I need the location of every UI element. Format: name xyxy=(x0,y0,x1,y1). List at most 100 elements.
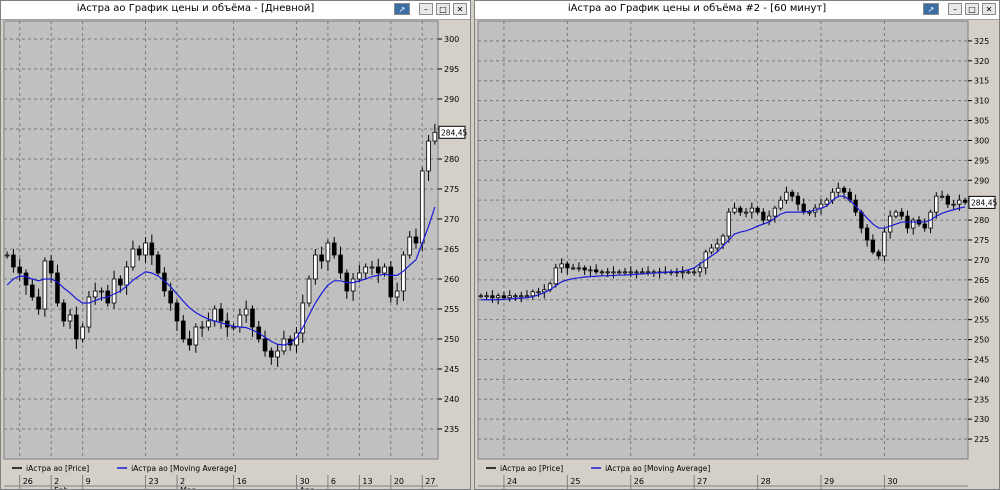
candle-up xyxy=(86,296,92,328)
x-tick-label: 23 xyxy=(149,477,159,486)
close-icon[interactable]: ✕ xyxy=(453,3,467,15)
y-tick-label: 270 xyxy=(974,256,989,265)
candle-down xyxy=(168,290,173,304)
x-tick-label: 16 xyxy=(237,477,247,486)
maximize-icon[interactable]: □ xyxy=(965,3,979,15)
y-tick-label: 235 xyxy=(974,395,989,404)
candle-down xyxy=(187,338,192,346)
candle-up xyxy=(382,266,387,274)
daily-chart-window[interactable]: iАстра ао График цены и объёма - [Дневно… xyxy=(0,0,471,490)
candle-up xyxy=(559,263,564,269)
candle-up xyxy=(772,207,778,217)
candle-up xyxy=(536,291,541,294)
candle-down xyxy=(338,254,343,274)
candle-up xyxy=(212,308,217,322)
y-tick-label: 265 xyxy=(974,276,989,285)
candle-up xyxy=(507,295,512,299)
candle-up xyxy=(893,211,899,217)
x-tick-label: 24 xyxy=(507,477,517,486)
y-tick-label: 260 xyxy=(974,296,989,305)
price-marker-label: 284,45 xyxy=(441,128,467,137)
candle-down xyxy=(149,242,155,256)
candle-up xyxy=(617,271,622,274)
candle-down xyxy=(61,302,67,322)
candle-up xyxy=(720,235,726,245)
pin-icon[interactable]: ↗ xyxy=(394,3,410,15)
candle-up xyxy=(749,207,754,213)
candle-down xyxy=(761,211,766,221)
candle-up xyxy=(306,278,312,304)
close-icon[interactable]: ✕ xyxy=(982,3,996,15)
candle-up xyxy=(513,295,518,298)
candle-up xyxy=(726,211,731,237)
y-tick-label: 250 xyxy=(974,336,989,345)
candle-up xyxy=(524,295,530,298)
pin-icon[interactable]: ↗ xyxy=(923,3,939,15)
minimize-icon[interactable]: – xyxy=(419,3,433,15)
y-tick-label: 270 xyxy=(444,215,459,224)
candle-down xyxy=(899,211,904,217)
candle-up xyxy=(206,320,211,328)
x-tick-label: 30 xyxy=(299,477,309,486)
candle-up xyxy=(686,271,691,274)
candle-up xyxy=(4,254,10,257)
candle-down xyxy=(795,195,801,205)
candle-up xyxy=(697,267,703,273)
y-tick-label: 255 xyxy=(444,305,459,314)
candle-up xyxy=(934,195,939,213)
hourly-chart-window[interactable]: iАстра ао График цены и объёма #2 - [60 … xyxy=(474,0,1000,490)
candle-down xyxy=(388,266,394,298)
maximize-icon[interactable]: □ xyxy=(436,3,450,15)
candle-down xyxy=(250,308,255,328)
candle-up xyxy=(640,271,645,274)
x-tick-label: 26 xyxy=(23,477,33,486)
candle-down xyxy=(118,278,123,286)
y-tick-label: 230 xyxy=(974,415,989,424)
candle-up xyxy=(313,254,318,280)
candle-down xyxy=(594,269,599,273)
minimize-icon[interactable]: – xyxy=(948,3,962,15)
candle-up xyxy=(709,247,714,253)
x-tick-label: 28 xyxy=(761,477,771,486)
candle-up xyxy=(882,231,887,257)
y-tick-label: 300 xyxy=(444,35,459,44)
candle-up xyxy=(951,203,956,206)
y-tick-label: 290 xyxy=(444,95,459,104)
y-tick-label: 295 xyxy=(444,65,459,74)
candle-up xyxy=(407,236,412,256)
candle-down xyxy=(755,207,760,213)
candle-up xyxy=(576,267,582,270)
candle-down xyxy=(155,254,161,274)
candle-down xyxy=(841,187,847,193)
legend-label: iАстра ао [Price] xyxy=(26,464,89,473)
candle-up xyxy=(611,271,616,274)
candle-up xyxy=(784,191,789,201)
candle-up xyxy=(199,326,205,329)
y-tick-label: 275 xyxy=(974,236,989,245)
y-tick-label: 295 xyxy=(974,156,989,165)
window-titlebar[interactable]: iАстра ао График цены и объёма #2 - [60 … xyxy=(475,1,999,20)
candle-up xyxy=(130,248,136,268)
candle-down xyxy=(738,207,743,213)
hourly-price-chart[interactable]: 2252302352402452502552602652702752802852… xyxy=(475,19,999,489)
y-tick-label: 240 xyxy=(974,375,989,384)
candle-down xyxy=(218,308,224,322)
legend-label: iАстра ао [Moving Average] xyxy=(131,464,236,473)
candle-up xyxy=(530,291,535,297)
candle-down xyxy=(23,272,29,286)
x-tick-label: 6 xyxy=(331,477,336,486)
candle-down xyxy=(269,350,274,358)
candle-up xyxy=(419,170,425,244)
candle-down xyxy=(319,254,324,262)
y-tick-label: 235 xyxy=(444,425,459,434)
candle-up xyxy=(939,195,945,198)
candle-up xyxy=(778,199,783,209)
y-tick-label: 275 xyxy=(444,185,459,194)
window-titlebar[interactable]: iАстра ао График цены и объёма - [Дневно… xyxy=(1,1,470,20)
candle-up xyxy=(645,271,651,274)
daily-price-chart[interactable]: 2352402452502552602652702752802852902953… xyxy=(1,19,470,489)
candle-down xyxy=(801,203,806,213)
candle-up xyxy=(124,266,129,286)
x-tick-label: 27 xyxy=(425,477,435,486)
y-tick-label: 325 xyxy=(974,37,989,46)
